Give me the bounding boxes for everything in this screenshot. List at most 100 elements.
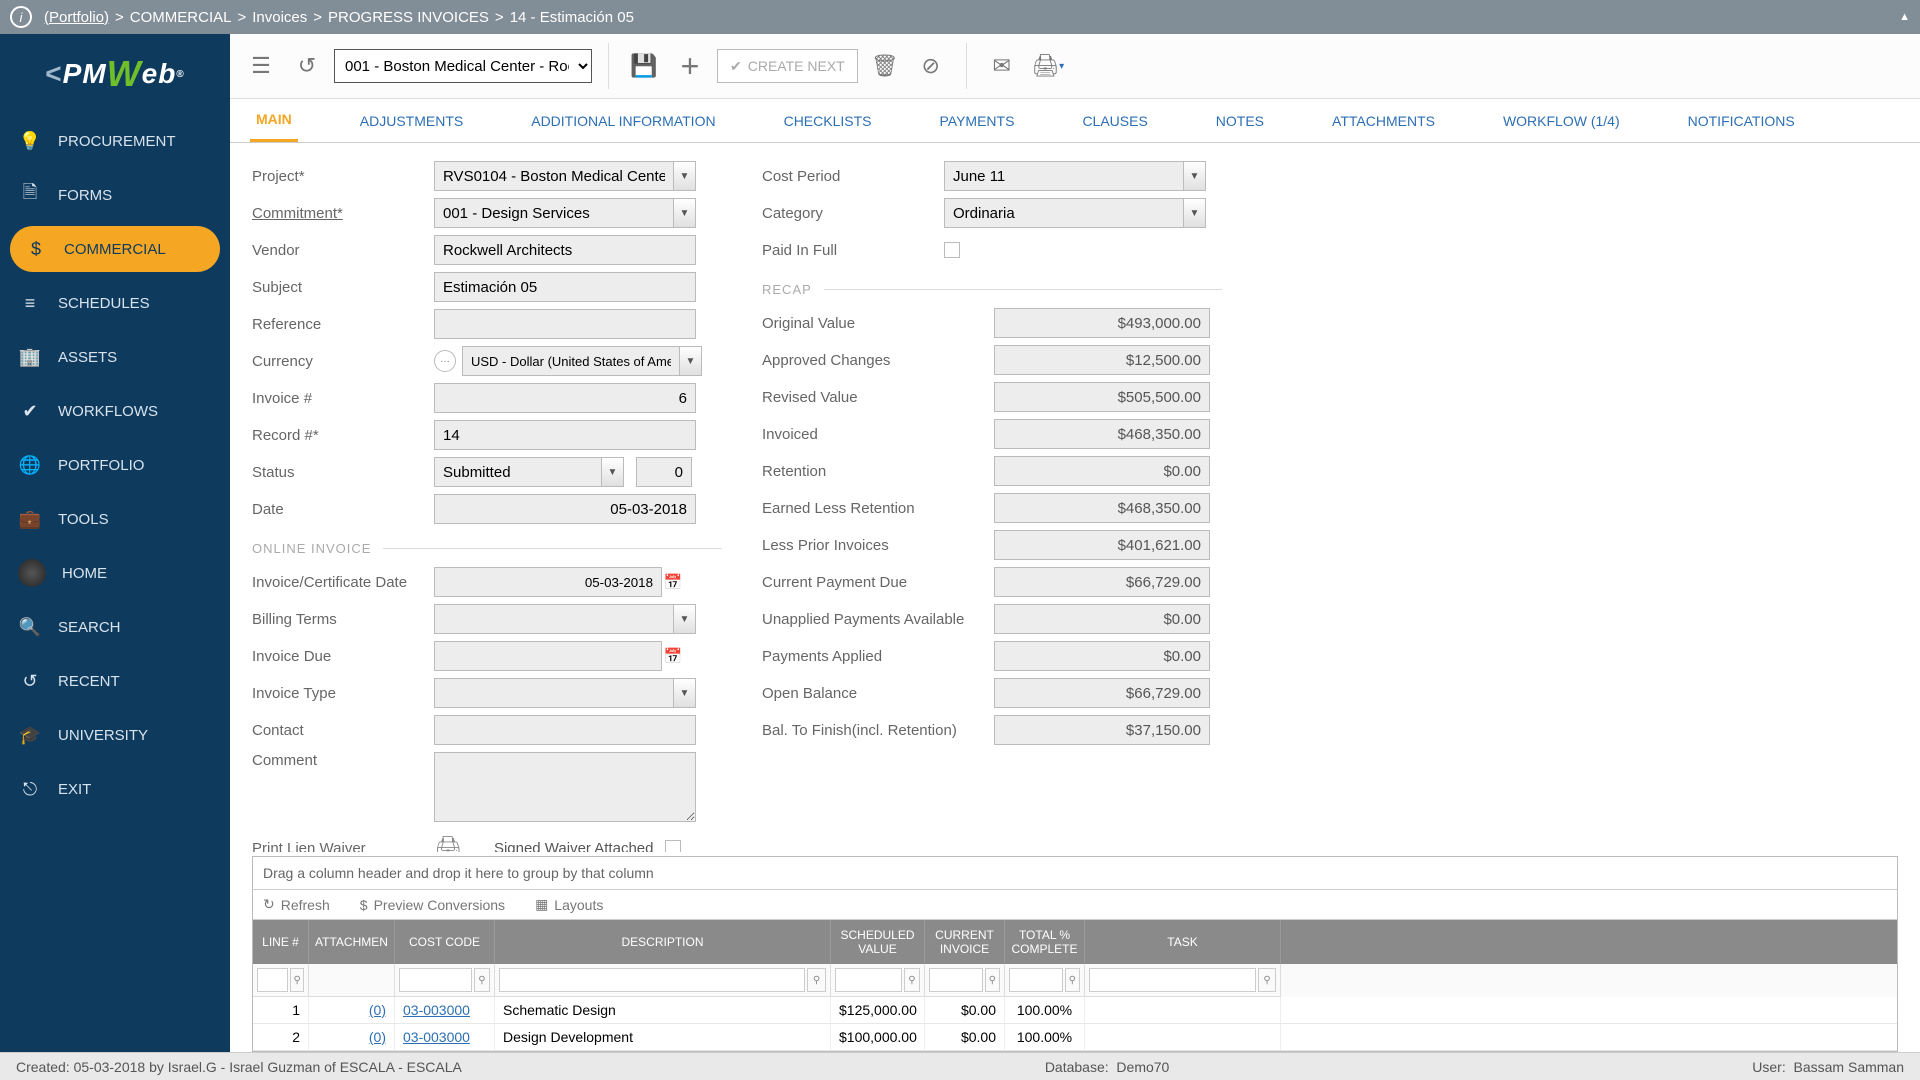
filter-desc[interactable] — [499, 968, 805, 992]
col-cost-code[interactable]: COST CODE — [395, 920, 495, 964]
dropdown-icon[interactable]: ▼ — [1184, 198, 1206, 228]
sidebar-item-exit[interactable]: ⎋EXIT — [0, 762, 230, 816]
commitment-label[interactable]: Commitment — [252, 205, 422, 222]
dropdown-icon[interactable]: ▼ — [602, 457, 624, 487]
sidebar-item-recent[interactable]: ↺RECENT — [0, 654, 230, 708]
sidebar-item-commercial[interactable]: $COMMERCIAL — [10, 226, 220, 272]
history-icon[interactable]: ↺ — [288, 47, 326, 85]
billing-terms-field[interactable] — [434, 604, 674, 634]
col-description[interactable]: DESCRIPTION — [495, 920, 831, 964]
collapse-icon[interactable]: ▲ — [1899, 11, 1910, 23]
cancel-icon[interactable]: ⊘ — [912, 47, 950, 85]
filter-icon[interactable]: ⚲ — [904, 968, 920, 992]
date-field[interactable] — [434, 494, 696, 524]
grid-refresh[interactable]: ↻ Refresh — [263, 896, 330, 913]
col-current[interactable]: CURRENT INVOICE — [925, 920, 1005, 964]
project-selector[interactable]: 001 - Boston Medical Center - Rockw — [334, 49, 592, 83]
sidebar-item-forms[interactable]: 🗎FORMS — [0, 168, 230, 222]
breadcrumb-progress[interactable]: PROGRESS INVOICES — [328, 9, 489, 26]
invoice-no-field[interactable] — [434, 383, 696, 413]
grid-preview-conversions[interactable]: $ Preview Conversions — [360, 897, 505, 913]
col-attachments[interactable]: ATTACHMEN — [309, 920, 395, 964]
tab-additional-information[interactable]: ADDITIONAL INFORMATION — [525, 101, 721, 141]
calendar-icon[interactable]: 📅 — [662, 641, 684, 671]
filter-curr[interactable] — [929, 968, 983, 992]
col-scheduled[interactable]: SCHEDULED VALUE — [831, 920, 925, 964]
tab-notes[interactable]: NOTES — [1210, 101, 1270, 141]
sidebar-item-home[interactable]: HOME — [0, 546, 230, 600]
reference-field[interactable] — [434, 309, 696, 339]
sidebar-item-procurement[interactable]: 💡PROCUREMENT — [0, 114, 230, 168]
col-pct[interactable]: TOTAL % COMPLETE — [1005, 920, 1085, 964]
dropdown-icon[interactable]: ▼ — [1184, 161, 1206, 191]
tab-clauses[interactable]: CLAUSES — [1076, 101, 1153, 141]
tab-attachments[interactable]: ATTACHMENTS — [1326, 101, 1441, 141]
calendar-icon[interactable]: 📅 — [662, 567, 684, 597]
filter-icon[interactable]: ⚲ — [1258, 968, 1276, 992]
tab-workflow-1-4-[interactable]: WORKFLOW (1/4) — [1497, 101, 1626, 141]
contact-field[interactable] — [434, 715, 696, 745]
tab-notifications[interactable]: NOTIFICATIONS — [1682, 101, 1801, 141]
col-line[interactable]: LINE # — [253, 920, 309, 964]
status-number-field[interactable] — [636, 457, 692, 487]
filter-line[interactable] — [257, 968, 288, 992]
create-next-button[interactable]: ✔ CREATE NEXT — [717, 49, 858, 83]
info-icon[interactable]: i — [10, 6, 32, 28]
commitment-field[interactable] — [434, 198, 674, 228]
sidebar-item-assets[interactable]: 🏢ASSETS — [0, 330, 230, 384]
vendor-field[interactable] — [434, 235, 696, 265]
category-field[interactable] — [944, 198, 1184, 228]
filter-icon[interactable]: ⚲ — [474, 968, 490, 992]
sidebar-item-university[interactable]: 🎓UNIVERSITY — [0, 708, 230, 762]
delete-icon[interactable]: 🗑 — [866, 47, 904, 85]
filter-code[interactable] — [399, 968, 472, 992]
subject-field[interactable] — [434, 272, 696, 302]
tab-checklists[interactable]: CHECKLISTS — [778, 101, 878, 141]
sidebar-item-tools[interactable]: 💼TOOLS — [0, 492, 230, 546]
dropdown-icon[interactable]: ▼ — [674, 198, 696, 228]
filter-pct[interactable] — [1009, 968, 1063, 992]
sidebar-item-portfolio[interactable]: 🌐PORTFOLIO — [0, 438, 230, 492]
sidebar-item-search[interactable]: 🔍SEARCH — [0, 600, 230, 654]
table-row[interactable]: 1(0)03-003000Schematic Design$125,000.00… — [253, 997, 1897, 1024]
sidebar-item-workflows[interactable]: ✔WORKFLOWS — [0, 384, 230, 438]
tab-payments[interactable]: PAYMENTS — [934, 101, 1021, 141]
sidebar-item-schedules[interactable]: ≡SCHEDULES — [0, 276, 230, 330]
inv-cert-date-field[interactable] — [434, 567, 662, 597]
invoice-type-field[interactable] — [434, 678, 674, 708]
signed-waiver-checkbox[interactable] — [665, 840, 681, 852]
print-icon[interactable]: 🖨▾ — [1029, 47, 1067, 85]
comment-field[interactable] — [434, 752, 696, 822]
filter-task[interactable] — [1089, 968, 1256, 992]
filter-icon[interactable]: ⚲ — [1065, 968, 1080, 992]
dropdown-icon[interactable]: ▼ — [674, 678, 696, 708]
dropdown-icon[interactable]: ▼ — [674, 604, 696, 634]
list-icon[interactable]: ☰ — [242, 47, 280, 85]
paid-full-checkbox[interactable] — [944, 242, 960, 258]
breadcrumb-portfolio[interactable]: (Portfolio) — [44, 9, 109, 26]
tab-adjustments[interactable]: ADJUSTMENTS — [354, 101, 469, 141]
col-task[interactable]: TASK — [1085, 920, 1281, 964]
save-icon[interactable]: 💾 — [625, 47, 663, 85]
cost-period-field[interactable] — [944, 161, 1184, 191]
project-field[interactable] — [434, 161, 674, 191]
filter-icon[interactable]: ⚲ — [290, 968, 304, 992]
invoice-due-field[interactable] — [434, 641, 662, 671]
grid-layouts[interactable]: ▦ Layouts — [535, 896, 603, 913]
status-field[interactable] — [434, 457, 602, 487]
breadcrumb-invoices[interactable]: Invoices — [252, 9, 307, 26]
currency-field[interactable] — [462, 346, 680, 376]
tab-main[interactable]: MAIN — [250, 99, 298, 142]
group-hint[interactable]: Drag a column header and drop it here to… — [253, 857, 1897, 890]
currency-more-icon[interactable]: ··· — [434, 350, 456, 372]
filter-icon[interactable]: ⚲ — [985, 968, 1000, 992]
dropdown-icon[interactable]: ▼ — [680, 346, 702, 376]
add-icon[interactable]: + — [671, 47, 709, 85]
breadcrumb-commercial[interactable]: COMMERCIAL — [130, 9, 232, 26]
email-icon[interactable]: ✉ — [983, 47, 1021, 85]
record-no-field[interactable] — [434, 420, 696, 450]
filter-sched[interactable] — [835, 968, 902, 992]
table-row[interactable]: 2(0)03-003000Design Development$100,000.… — [253, 1024, 1897, 1051]
dropdown-icon[interactable]: ▼ — [674, 161, 696, 191]
print-lien-icon[interactable]: 🖨 — [434, 835, 462, 852]
